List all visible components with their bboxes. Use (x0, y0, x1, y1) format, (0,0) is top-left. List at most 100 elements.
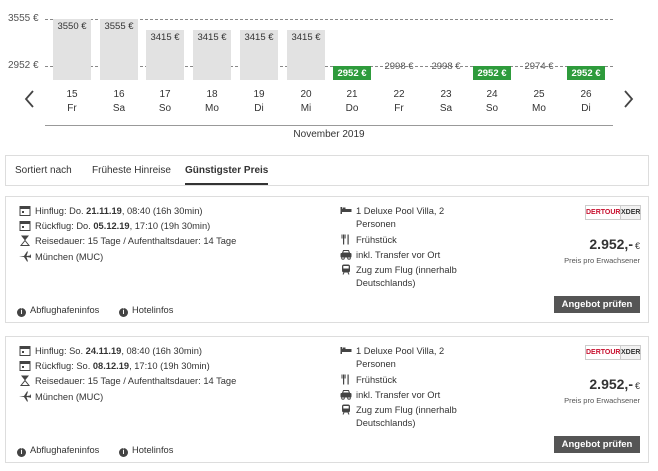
tour-operator-logo: DERTOUR XDER (585, 205, 641, 220)
outbound-flight: Hinflug: So. 24.11.19, 08:40 (16h 30min) (19, 345, 202, 358)
day-number: 21 (346, 89, 358, 100)
airport-info-link[interactable]: i Abflughafeninfos (17, 304, 99, 317)
room-info: 1 Deluxe Pool Villa, 2 Personen (340, 345, 444, 371)
day-label[interactable]: 23 Sa (423, 88, 469, 116)
offer-price: 2.952,- € (589, 236, 640, 252)
price-bar-label: 3415 € (244, 32, 274, 43)
bed-icon (340, 205, 352, 216)
price-bar[interactable]: 3415 € (287, 30, 325, 80)
sort-option-cheapest[interactable]: Günstigster Preis (185, 156, 269, 185)
train-info: Zug zum Flug (innerhalb Deutschlands) (340, 264, 457, 290)
next-week-button[interactable] (620, 88, 636, 110)
price-bar-label: 3550 € (57, 21, 87, 32)
hourglass-icon (19, 375, 31, 386)
day-label[interactable]: 16 Sa (96, 88, 142, 116)
price-per-adult: Preis pro Erwachsener (564, 256, 640, 265)
weekday: Di (254, 103, 264, 114)
day-number: 25 (533, 89, 545, 100)
day-label[interactable]: 22 Fr (376, 88, 422, 116)
day-label[interactable]: 15 Fr (49, 88, 95, 116)
day-number: 15 (66, 89, 78, 100)
offer-card: Hinflug: Do. 21.11.19, 08:40 (16h 30min)… (5, 196, 649, 323)
price-bar-label: 3415 € (291, 32, 321, 43)
weekday: Di (581, 103, 591, 114)
day-number: 24 (486, 89, 498, 100)
weekday: So (158, 103, 172, 114)
price-bar-cheapest[interactable]: 2952 € (473, 66, 511, 80)
board-info: Frühstück (340, 234, 397, 247)
cutlery-icon (340, 374, 352, 385)
weekday: So (485, 103, 499, 114)
sort-label: Sortiert nach (15, 165, 72, 176)
check-offer-button[interactable]: Angebot prüfen (554, 296, 640, 313)
price-bar[interactable]: 3550 € (53, 19, 91, 80)
hotel-info-link[interactable]: i Hotelinfos (119, 444, 173, 457)
price-per-adult: Preis pro Erwachsener (564, 396, 640, 405)
price-label[interactable]: 2974 € (517, 61, 561, 72)
cutlery-icon (340, 234, 352, 245)
hourglass-icon (19, 235, 31, 246)
price-label[interactable]: 2998 € (377, 61, 421, 72)
day-label[interactable]: 26 Di (563, 88, 609, 116)
chevron-right-icon (624, 90, 634, 108)
price-bar-cheapest[interactable]: 2952 € (567, 66, 605, 80)
info-icon: i (17, 308, 26, 317)
day-label[interactable]: 18 Mo (189, 88, 235, 116)
airport-info-link[interactable]: i Abflughafeninfos (17, 444, 99, 457)
check-offer-button[interactable]: Angebot prüfen (554, 436, 640, 453)
weekday: Do (345, 103, 359, 114)
price-bar[interactable]: 3415 € (146, 30, 184, 80)
y-tick-top: 3555 € (8, 13, 39, 24)
car-icon (340, 389, 352, 400)
sort-option-earliest[interactable]: Früheste Hinreise (92, 156, 171, 185)
calendar-icon (19, 205, 31, 216)
chevron-left-icon (24, 90, 34, 108)
price-bar[interactable]: 3555 € (100, 19, 138, 80)
calendar-icon (19, 345, 31, 356)
train-info: Zug zum Flug (innerhalb Deutschlands) (340, 404, 457, 430)
price-bar[interactable]: 3415 € (240, 30, 278, 80)
info-icon: i (119, 448, 128, 457)
train-icon (340, 264, 352, 275)
day-number: 16 (113, 89, 125, 100)
return-flight: Rückflug: Do. 05.12.19, 17:10 (19h 30min… (19, 220, 210, 233)
train-icon (340, 404, 352, 415)
day-number: 20 (300, 89, 312, 100)
day-number: 17 (159, 89, 171, 100)
info-icon: i (119, 308, 128, 317)
offer-price: 2.952,- € (589, 376, 640, 392)
day-label[interactable]: 17 So (142, 88, 188, 116)
offer-card: Hinflug: So. 24.11.19, 08:40 (16h 30min)… (5, 336, 649, 463)
departure-airport: München (MUC) (19, 251, 103, 264)
car-icon (340, 249, 352, 260)
price-bar-cheapest[interactable]: 2952 € (333, 66, 371, 80)
price-bar-label: 3415 € (150, 32, 180, 43)
day-label[interactable]: 19 Di (236, 88, 282, 116)
weekday: Fr (67, 103, 77, 114)
day-label[interactable]: 21 Do (329, 88, 375, 116)
weekday: Sa (112, 103, 126, 114)
day-number: 19 (253, 89, 265, 100)
sort-bar: Sortiert nach Früheste Hinreise Günstigs… (5, 155, 649, 186)
price-bar-label: 3555 € (104, 21, 134, 32)
price-label[interactable]: 2998 € (424, 61, 468, 72)
departure-airport: München (MUC) (19, 391, 103, 404)
prev-week-button[interactable] (22, 88, 38, 110)
calendar-icon (19, 220, 31, 231)
trip-duration: Reisedauer: 15 Tage / Aufenthaltsdauer: … (19, 235, 236, 248)
day-label[interactable]: 24 So (469, 88, 515, 116)
room-info: 1 Deluxe Pool Villa, 2 Personen (340, 205, 444, 231)
day-label[interactable]: 25 Mo (516, 88, 562, 116)
hotel-info-link[interactable]: i Hotelinfos (119, 304, 173, 317)
trip-duration: Reisedauer: 15 Tage / Aufenthaltsdauer: … (19, 375, 236, 388)
calendar-icon (19, 360, 31, 371)
day-label[interactable]: 20 Mi (283, 88, 329, 116)
tour-operator-logo: DERTOUR XDER (585, 345, 641, 360)
bed-icon (340, 345, 352, 356)
day-number: 26 (580, 89, 592, 100)
price-bar[interactable]: 3415 € (193, 30, 231, 80)
month-label: November 2019 (293, 129, 365, 140)
transfer-info: inkl. Transfer vor Ort (340, 249, 440, 262)
weekday: Mo (205, 103, 219, 114)
price-bar-label: 2952 € (477, 68, 507, 79)
